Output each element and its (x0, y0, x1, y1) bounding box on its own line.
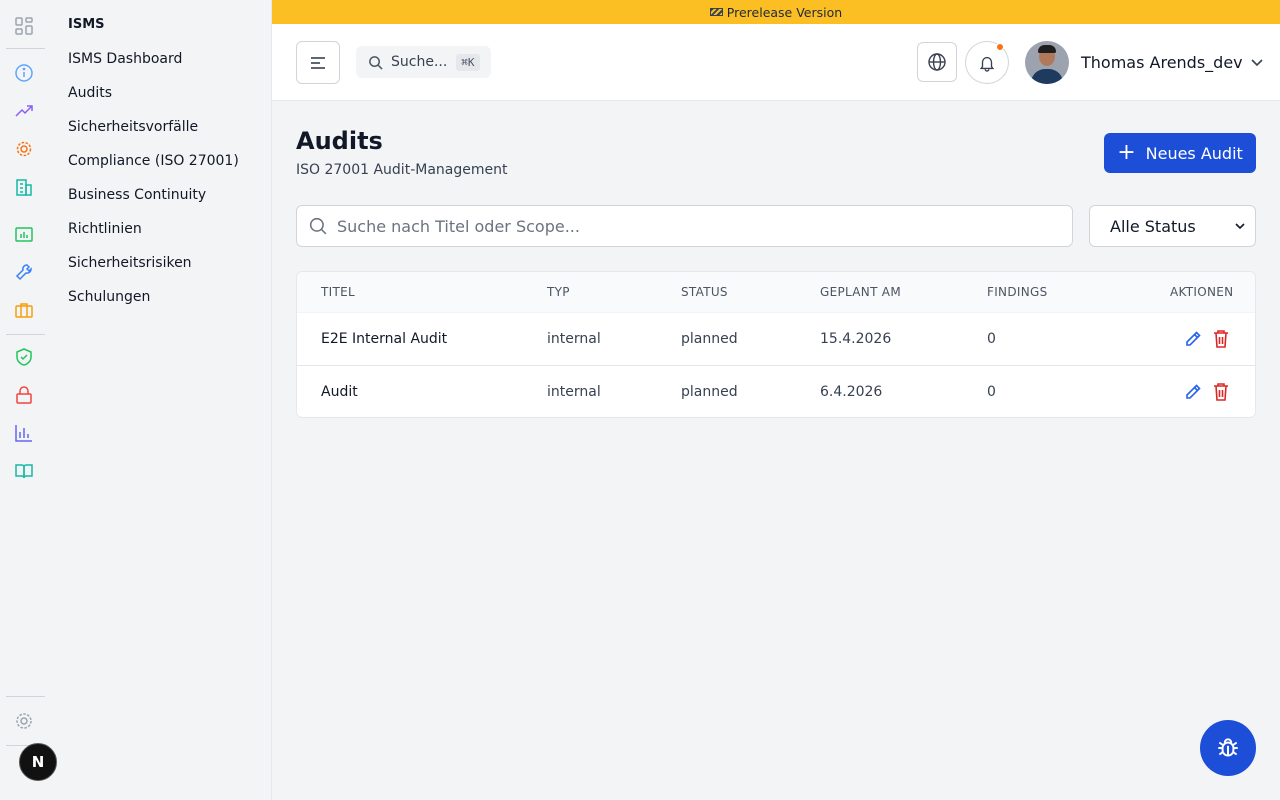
icon-rail (0, 0, 48, 800)
cell-date: 6.4.2026 (820, 384, 883, 400)
gear-orange-icon[interactable] (12, 137, 36, 161)
status-filter-select[interactable]: Alle Status (1089, 205, 1256, 247)
wrench-icon[interactable] (12, 260, 36, 284)
section-nav: ISMS ISMS Dashboard Audits Sicherheitsvo… (48, 0, 272, 800)
column-header-type: TYP (547, 285, 570, 299)
column-header-actions: AKTIONEN (1170, 285, 1234, 299)
nav-section-title: ISMS (68, 17, 105, 32)
globe-icon (928, 53, 946, 71)
settings-icon[interactable] (12, 709, 36, 733)
bell-icon (979, 56, 995, 72)
new-audit-label: Neues Audit (1145, 143, 1243, 163)
cell-type: internal (547, 331, 601, 347)
user-name: Thomas Arends_dev (1081, 53, 1243, 72)
global-search-label: Suche... (391, 54, 448, 70)
audit-search-field[interactable] (296, 205, 1073, 247)
nav-item-sicherheitsrisiken[interactable]: Sicherheitsrisiken (68, 255, 192, 271)
column-header-status: STATUS (681, 285, 728, 299)
chart-frame-icon[interactable] (12, 222, 36, 246)
cell-type: internal (547, 384, 601, 400)
new-audit-button[interactable]: + Neues Audit (1104, 133, 1256, 173)
column-header-date: GEPLANT AM (820, 285, 901, 299)
page-subtitle: ISO 27001 Audit-Management (296, 162, 508, 178)
status-filter-value: Alle Status (1110, 216, 1196, 236)
audits-table: TITEL TYP STATUS GEPLANT AM FINDINGS AKT… (296, 271, 1256, 418)
cell-status: planned (681, 331, 738, 347)
chevron-down-icon (1251, 58, 1263, 66)
bug-report-button[interactable] (1200, 720, 1256, 776)
menu-icon (311, 56, 325, 69)
book-icon[interactable] (12, 459, 36, 483)
plus-icon: + (1117, 140, 1136, 165)
bar-chart-icon[interactable] (12, 421, 36, 445)
cell-title: Audit (321, 384, 358, 400)
info-icon[interactable] (12, 61, 36, 85)
trending-up-icon[interactable] (12, 99, 36, 123)
cell-findings: 0 (987, 384, 996, 400)
delete-icon[interactable] (1210, 328, 1232, 350)
edit-icon[interactable] (1182, 328, 1204, 350)
rail-divider (6, 696, 45, 697)
nav-item-business-continuity[interactable]: Business Continuity (68, 187, 206, 203)
table-row[interactable]: E2E Internal Audit internal planned 15.4… (297, 312, 1255, 365)
column-header-findings: FINDINGS (987, 285, 1048, 299)
audit-search-input[interactable] (337, 216, 1037, 236)
global-search-button[interactable]: Suche... ⌘K (356, 46, 491, 78)
rail-divider (6, 48, 45, 49)
dev-tools-badge[interactable]: N (19, 743, 57, 781)
page-title: Audits (296, 127, 383, 155)
nav-item-richtlinien[interactable]: Richtlinien (68, 221, 142, 237)
apps-grid-icon[interactable] (12, 14, 36, 38)
column-header-title: TITEL (321, 285, 355, 299)
edit-icon[interactable] (1182, 381, 1204, 403)
cell-status: planned (681, 384, 738, 400)
notification-dot (996, 43, 1004, 51)
notifications-button[interactable] (965, 41, 1009, 84)
cell-findings: 0 (987, 331, 996, 347)
nav-item-compliance[interactable]: Compliance (ISO 27001) (68, 153, 239, 169)
avatar (1025, 41, 1069, 84)
banner-text: Prerelease Version (726, 4, 843, 20)
rail-divider (6, 334, 45, 335)
cell-date: 15.4.2026 (820, 331, 892, 347)
building-icon[interactable] (12, 175, 36, 199)
top-header: Suche... ⌘K Thomas Arends_dev (272, 24, 1280, 101)
chevron-down-icon (1235, 222, 1245, 229)
prerelease-banner: Prerelease Version (272, 0, 1280, 24)
lock-icon[interactable] (12, 383, 36, 407)
cell-title: E2E Internal Audit (321, 331, 448, 347)
search-icon (309, 217, 327, 235)
nav-item-schulungen[interactable]: Schulungen (68, 289, 150, 305)
nav-item-audits[interactable]: Audits (68, 85, 112, 101)
search-shortcut-badge: ⌘K (456, 53, 480, 71)
nav-item-sicherheitsvorfaelle[interactable]: Sicherheitsvorfälle (68, 119, 198, 135)
table-header: TITEL TYP STATUS GEPLANT AM FINDINGS AKT… (297, 272, 1255, 312)
search-icon (369, 55, 383, 70)
bug-icon (1218, 738, 1238, 757)
table-row[interactable]: Audit internal planned 6.4.2026 0 (297, 365, 1255, 417)
nav-item-isms-dashboard[interactable]: ISMS Dashboard (68, 51, 182, 67)
sidebar-toggle-button[interactable] (296, 41, 340, 84)
delete-icon[interactable] (1210, 381, 1232, 403)
user-menu[interactable]: Thomas Arends_dev (1025, 41, 1263, 84)
language-button[interactable] (917, 42, 957, 82)
shield-check-icon[interactable] (12, 345, 36, 369)
construction-icon (709, 8, 723, 16)
briefcase-icon[interactable] (12, 298, 36, 322)
